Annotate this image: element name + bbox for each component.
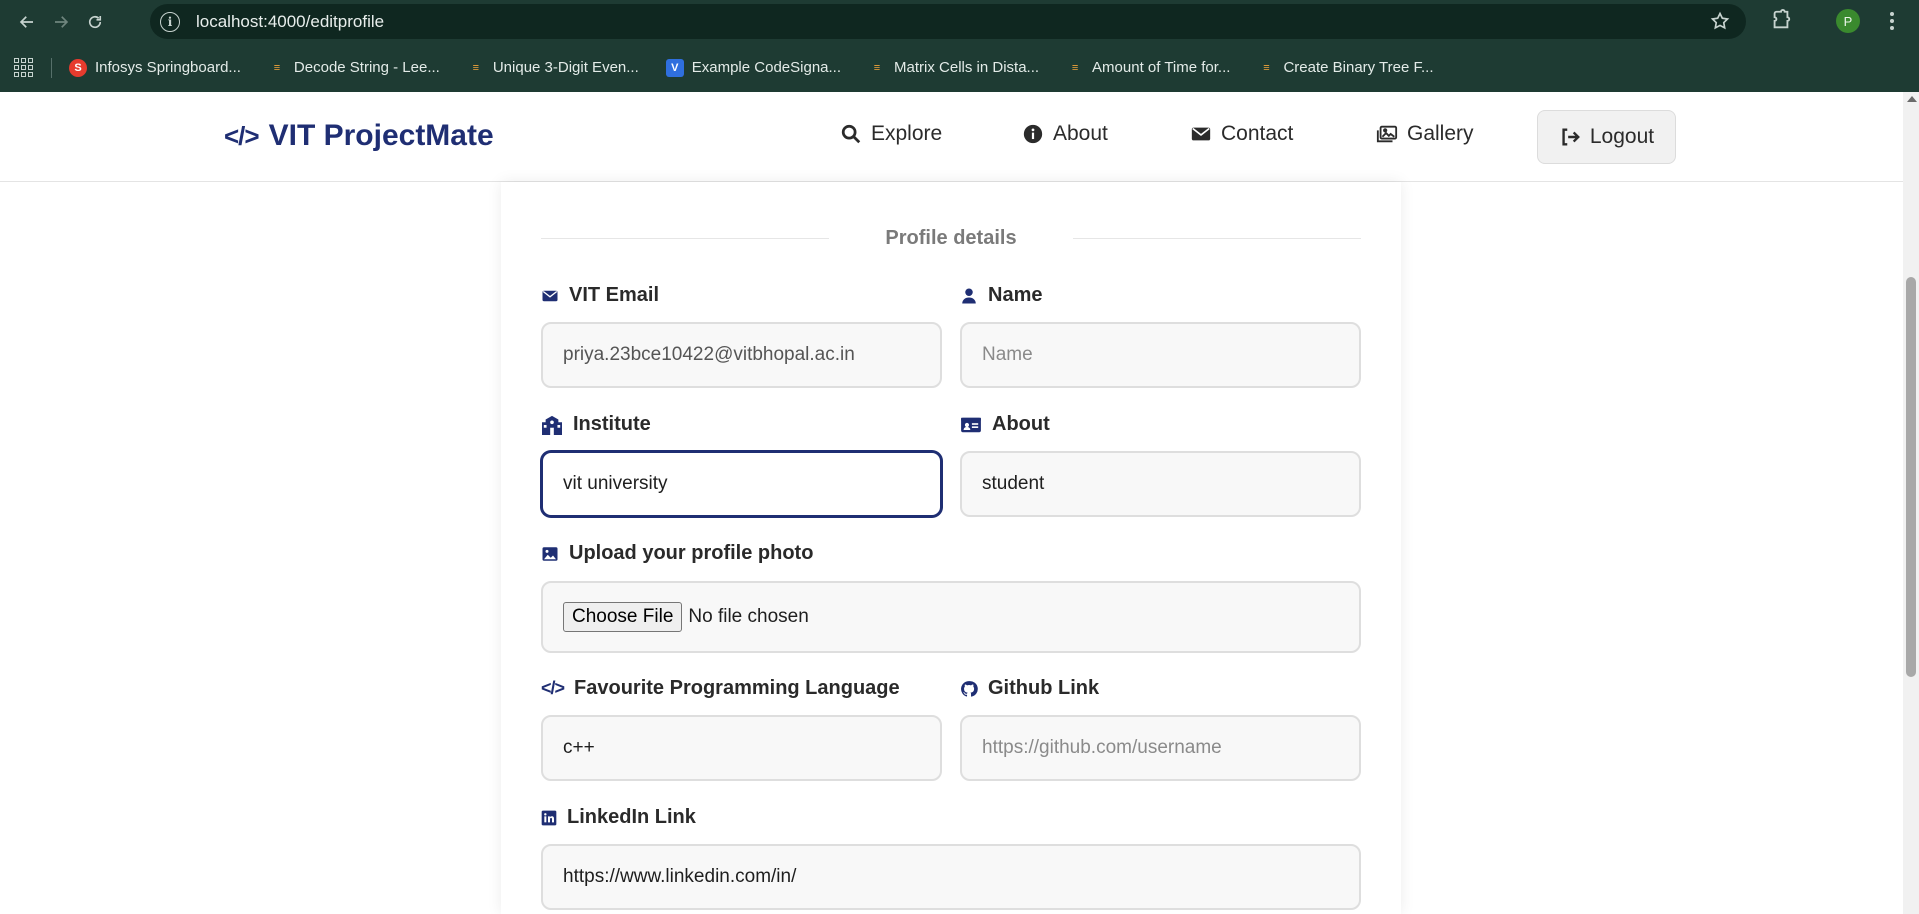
nav-explore-label: Explore — [871, 122, 943, 145]
codesignal-icon: V — [665, 58, 684, 77]
file-status-text: No file chosen — [688, 606, 809, 627]
bookmark-item[interactable]: ≡ Amount of Time for... — [1066, 59, 1231, 77]
page-scrollbar[interactable] — [1903, 92, 1919, 914]
bookmark-item[interactable]: ≡ Matrix Cells in Dista... — [868, 59, 1039, 77]
bookmark-item[interactable]: V Example CodeSigna... — [665, 58, 842, 77]
photo-label-text: Upload your profile photo — [569, 542, 814, 564]
nav-gallery-label: Gallery — [1407, 122, 1474, 145]
language-field[interactable] — [541, 715, 942, 781]
code-icon: </> — [224, 120, 260, 151]
section-divider-right — [1073, 238, 1361, 239]
bookmark-label: Decode String - Lee... — [293, 59, 440, 76]
url-text[interactable]: localhost:4000/editprofile — [196, 12, 384, 32]
name-field[interactable] — [960, 322, 1361, 388]
id-card-icon — [961, 417, 981, 432]
photo-label: Upload your profile photo — [541, 542, 813, 565]
logout-button[interactable]: Logout — [1537, 110, 1676, 164]
email-field[interactable] — [541, 322, 942, 388]
github-label: Github Link — [960, 677, 1099, 700]
back-icon[interactable] — [10, 5, 44, 39]
image-icon — [542, 546, 558, 561]
bookmark-item[interactable]: ≡ Create Binary Tree F... — [1257, 59, 1433, 77]
choose-file-button[interactable]: Choose File — [563, 602, 683, 632]
bookmark-label: Infosys Springboard... — [95, 59, 241, 76]
infosys-icon: S — [69, 58, 87, 77]
nav-explore[interactable]: Explore — [840, 122, 942, 146]
profile-avatar[interactable]: P — [1836, 9, 1860, 33]
images-icon — [1376, 125, 1398, 143]
leetcode-icon: ≡ — [873, 61, 881, 74]
name-label-text: Name — [988, 284, 1043, 306]
name-label: Name — [960, 284, 1042, 307]
school-icon — [542, 415, 562, 435]
forward-icon[interactable] — [44, 5, 78, 39]
bookmark-star-icon[interactable] — [1710, 11, 1730, 31]
bookmarks-bar: S Infosys Springboard... ≡ Decode String -… — [0, 43, 1919, 92]
bookmark-label: Create Binary Tree F... — [1283, 59, 1434, 76]
language-label-text: Favourite Programming Language — [574, 677, 900, 699]
leetcode-icon: ≡ — [472, 61, 480, 74]
extensions-icon[interactable] — [1770, 9, 1792, 31]
brand-name: VIT ProjectMate — [268, 119, 494, 152]
institute-label-text: Institute — [573, 413, 651, 435]
linkedin-icon — [541, 810, 557, 825]
leetcode-icon: ≡ — [273, 61, 281, 74]
institute-field[interactable] — [541, 451, 942, 517]
search-icon — [841, 124, 861, 144]
code-icon: </> — [541, 678, 565, 698]
browser-menu-icon[interactable] — [1884, 8, 1900, 34]
address-bar[interactable]: i localhost:4000/editprofile — [150, 4, 1746, 39]
apps-grid-icon[interactable] — [14, 57, 34, 78]
linkedin-label: LinkedIn Link — [541, 806, 696, 829]
bookmarks-divider — [51, 57, 52, 78]
bookmark-label: Amount of Time for... — [1092, 59, 1231, 76]
site-info-icon[interactable]: i — [160, 11, 180, 32]
site-navbar: </> VIT ProjectMate Explore About Contac… — [0, 92, 1903, 182]
github-label-text: Github Link — [988, 677, 1100, 699]
leetcode-icon: ≡ — [1071, 61, 1079, 74]
envelope-icon — [1191, 127, 1211, 141]
nav-contact-label: Contact — [1221, 122, 1294, 145]
nav-contact[interactable]: Contact — [1190, 122, 1293, 146]
bookmark-item[interactable]: S Infosys Springboard... — [69, 58, 241, 77]
bookmark-item[interactable]: ≡ Decode String - Lee... — [268, 59, 440, 77]
about-field[interactable] — [960, 451, 1361, 517]
info-icon — [1023, 124, 1043, 144]
photo-upload-field: Choose File No file chosen — [541, 581, 1361, 653]
about-label-text: About — [992, 413, 1050, 435]
brand-logo[interactable]: </> VIT ProjectMate — [224, 119, 494, 153]
nav-gallery[interactable]: Gallery — [1376, 122, 1474, 146]
institute-label: Institute — [541, 413, 651, 436]
email-label: VIT Email — [541, 284, 659, 307]
scrollbar-thumb[interactable] — [1906, 277, 1916, 677]
github-field[interactable] — [960, 715, 1361, 781]
user-icon — [962, 288, 976, 303]
bookmark-label: Unique 3-Digit Even... — [492, 59, 639, 76]
bookmark-label: Matrix Cells in Dista... — [894, 59, 1040, 76]
github-icon — [961, 680, 978, 697]
language-label: </> Favourite Programming Language — [541, 677, 900, 700]
about-label: About — [960, 413, 1050, 436]
envelope-icon — [542, 290, 558, 301]
nav-about-label: About — [1053, 122, 1108, 145]
reload-icon[interactable] — [78, 5, 112, 39]
email-label-text: VIT Email — [569, 284, 660, 306]
browser-toolbar: i localhost:4000/editprofile P — [0, 0, 1919, 43]
leetcode-icon: ≡ — [1263, 61, 1270, 74]
scroll-up-icon[interactable] — [1907, 96, 1917, 102]
edit-profile-card: Profile details VIT Email Name Institute… — [501, 182, 1401, 914]
logout-label: Logout — [1589, 125, 1655, 148]
linkedin-label-text: LinkedIn Link — [567, 806, 696, 828]
bookmark-label: Example CodeSigna... — [691, 59, 842, 76]
bookmark-item[interactable]: ≡ Unique 3-Digit Even... — [467, 59, 639, 77]
linkedin-field[interactable] — [541, 844, 1361, 910]
nav-about[interactable]: About — [1022, 122, 1108, 146]
logout-icon — [1562, 128, 1580, 146]
